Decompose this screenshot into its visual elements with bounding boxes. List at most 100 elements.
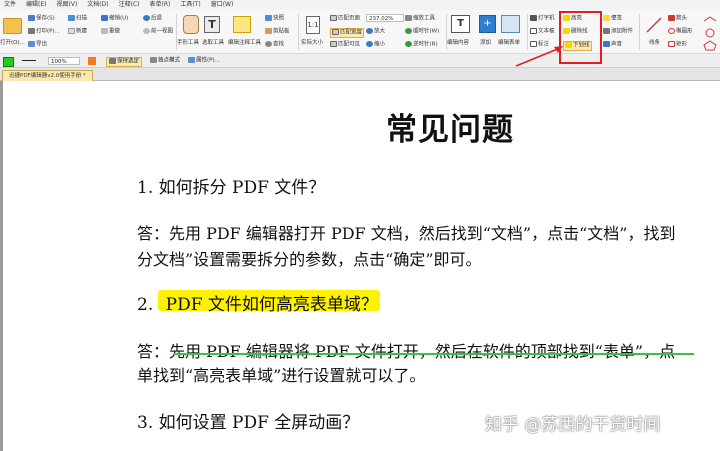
edit-content-icon[interactable]: T <box>451 15 470 33</box>
edit-annotation-icon[interactable] <box>233 16 251 33</box>
question-3: 3. 如何设置 PDF 全屏动画？ <box>137 413 360 433</box>
save-button[interactable]: 保存(S) <box>36 16 55 22</box>
zoom-select[interactable]: 237.02% <box>366 14 404 22</box>
menu-document[interactable]: 文档(D) <box>87 0 108 10</box>
zoom-out-button[interactable]: 缩小 <box>374 42 385 48</box>
redo-button[interactable]: 重做 <box>109 29 120 35</box>
clipboard-icon <box>265 28 272 34</box>
camera-icon <box>265 15 272 21</box>
document-tab[interactable]: 迅捷PDF编辑器v2.0使用手册 * <box>2 70 93 81</box>
snapshot-button[interactable]: 快照 <box>273 16 284 22</box>
menu-edit[interactable]: 编辑(E) <box>26 0 46 10</box>
find-button[interactable]: 查找 <box>273 42 284 48</box>
keep-selected-icon <box>109 58 116 64</box>
edit-annotation-button[interactable]: 编辑注释工具 <box>228 40 261 47</box>
rotate-ccw-icon <box>405 41 412 47</box>
fit-page-button[interactable]: 匹配页面 <box>338 16 360 22</box>
anchor-mode-button[interactable]: 独点模式 <box>158 58 180 64</box>
menu-comment[interactable]: 注释(C) <box>119 0 140 10</box>
opacity-select[interactable]: 100% <box>48 57 80 65</box>
scan-icon <box>68 15 75 21</box>
question-1: 1. 如何拆分 PDF 文件？ <box>137 178 326 198</box>
color-swatch[interactable] <box>3 57 14 67</box>
underline-annotation[interactable] <box>174 353 694 355</box>
open-button[interactable]: 打开(O)... <box>0 40 25 47</box>
zoom-out-icon <box>366 41 373 47</box>
save-icon <box>28 15 35 21</box>
menu-form[interactable]: 表单(R) <box>149 0 170 10</box>
fill-color-icon[interactable] <box>88 57 96 65</box>
hand-tool-button[interactable]: 手形工具 <box>177 40 199 47</box>
new-button[interactable]: 新建 <box>76 29 87 35</box>
textbox-icon <box>530 28 537 34</box>
note-button[interactable]: 便签 <box>611 16 622 22</box>
back-icon <box>143 15 150 21</box>
shape-icons <box>703 16 717 51</box>
select-tool-button[interactable]: 选取工具 <box>202 40 224 47</box>
export-icon <box>28 41 35 47</box>
fit-visible-icon <box>330 41 337 47</box>
forward-button[interactable]: 前一视图 <box>151 29 173 35</box>
menu-window[interactable]: 窗口(W) <box>211 0 234 10</box>
zoom-in-button[interactable]: 放大 <box>374 29 385 35</box>
export-button[interactable]: 导出 <box>36 42 47 48</box>
print-button[interactable]: 打印(P)... <box>36 29 60 35</box>
rect-icon <box>668 41 675 47</box>
properties-button[interactable]: 属性(P)... <box>196 58 220 64</box>
menu-view[interactable]: 视图(V) <box>57 0 78 10</box>
actual-size-button[interactable]: 实际大小 <box>301 40 323 47</box>
find-icon <box>265 41 272 47</box>
keep-selected-button[interactable]: 保持选定 <box>117 59 139 65</box>
scan-button[interactable]: 扫描 <box>76 16 87 22</box>
arrow-icon <box>668 15 675 21</box>
watermark: 知乎 @苏西的干货时间 <box>485 415 661 435</box>
redo-icon <box>101 28 108 34</box>
menu-file[interactable]: 文件 <box>4 0 16 10</box>
add-icon[interactable]: + <box>479 15 496 33</box>
menu-tools[interactable]: 工具(T) <box>180 0 200 10</box>
textbox-button[interactable]: 文本框 <box>538 29 555 35</box>
properties-icon <box>188 57 195 63</box>
question-2-number: 2. <box>137 295 154 315</box>
rotate-cw-button[interactable]: 顺时针(W) <box>413 29 439 35</box>
sound-icon <box>603 41 610 47</box>
actual-size-icon[interactable]: 1:1 <box>306 16 320 34</box>
menu-bar: 文件 编辑(E) 视图(V) 文档(D) 注释(C) 表单(R) 工具(T) 窗… <box>0 0 720 10</box>
undo-icon <box>101 15 108 21</box>
ribbon-toolbar: 打开(O)... 保存(S) 打印(P)... 导出 扫描 新建 撤销(U) 重… <box>0 10 720 54</box>
clipboard-button[interactable]: 剪贴板 <box>273 29 290 35</box>
typewriter-icon <box>530 15 537 21</box>
typewriter-button[interactable]: 打字机 <box>538 16 555 22</box>
anchor-icon <box>150 57 157 63</box>
ellipse-button[interactable]: 椭圆形 <box>676 29 693 35</box>
forward-icon <box>143 28 150 34</box>
add-button[interactable]: 添加 <box>480 40 491 47</box>
rect-button[interactable]: 矩形 <box>676 42 687 48</box>
document-tab-bar: 迅捷PDF编辑器v2.0使用手册 * <box>0 68 720 81</box>
attach-button[interactable]: 添加附件 <box>611 29 633 35</box>
hand-icon[interactable] <box>183 15 199 34</box>
edit-content-button[interactable]: 编辑内容 <box>447 40 469 47</box>
fit-visible-button[interactable]: 匹配可见 <box>338 42 360 48</box>
line-button[interactable]: 线条 <box>649 40 660 47</box>
arrow-button[interactable]: 箭头 <box>676 16 687 22</box>
select-text-icon[interactable]: T <box>204 16 220 33</box>
sound-button[interactable]: 声音 <box>611 42 622 48</box>
line-style-icon[interactable] <box>22 60 36 61</box>
zoom-in-icon <box>366 28 373 34</box>
edit-form-icon[interactable] <box>501 15 520 33</box>
ellipse-icon <box>668 28 675 34</box>
zoom-tool-button[interactable]: 缩放工具 <box>413 16 435 22</box>
answer-1-line-2: 分文档”设置需要拆分的参数，点击“确定”即可。 <box>137 250 482 269</box>
print-icon <box>28 28 35 34</box>
rotate-ccw-button[interactable]: 逆时针(R) <box>413 42 438 48</box>
undo-button[interactable]: 撤销(U) <box>109 16 128 22</box>
back-button[interactable]: 后退 <box>151 16 162 22</box>
line-icon[interactable] <box>645 16 663 34</box>
note-icon <box>603 15 610 21</box>
folder-icon[interactable] <box>3 18 22 34</box>
question-2: 2. PDF 文件如何高亮表单域？ <box>137 290 378 315</box>
fit-width-button[interactable]: 匹配宽度 <box>340 30 362 36</box>
new-doc-icon <box>68 28 75 34</box>
answer-2-line-1: 答：先用 PDF 编辑器将 PDF 文件打开，然后在软件的顶部找到“表单”，点 <box>137 342 676 361</box>
